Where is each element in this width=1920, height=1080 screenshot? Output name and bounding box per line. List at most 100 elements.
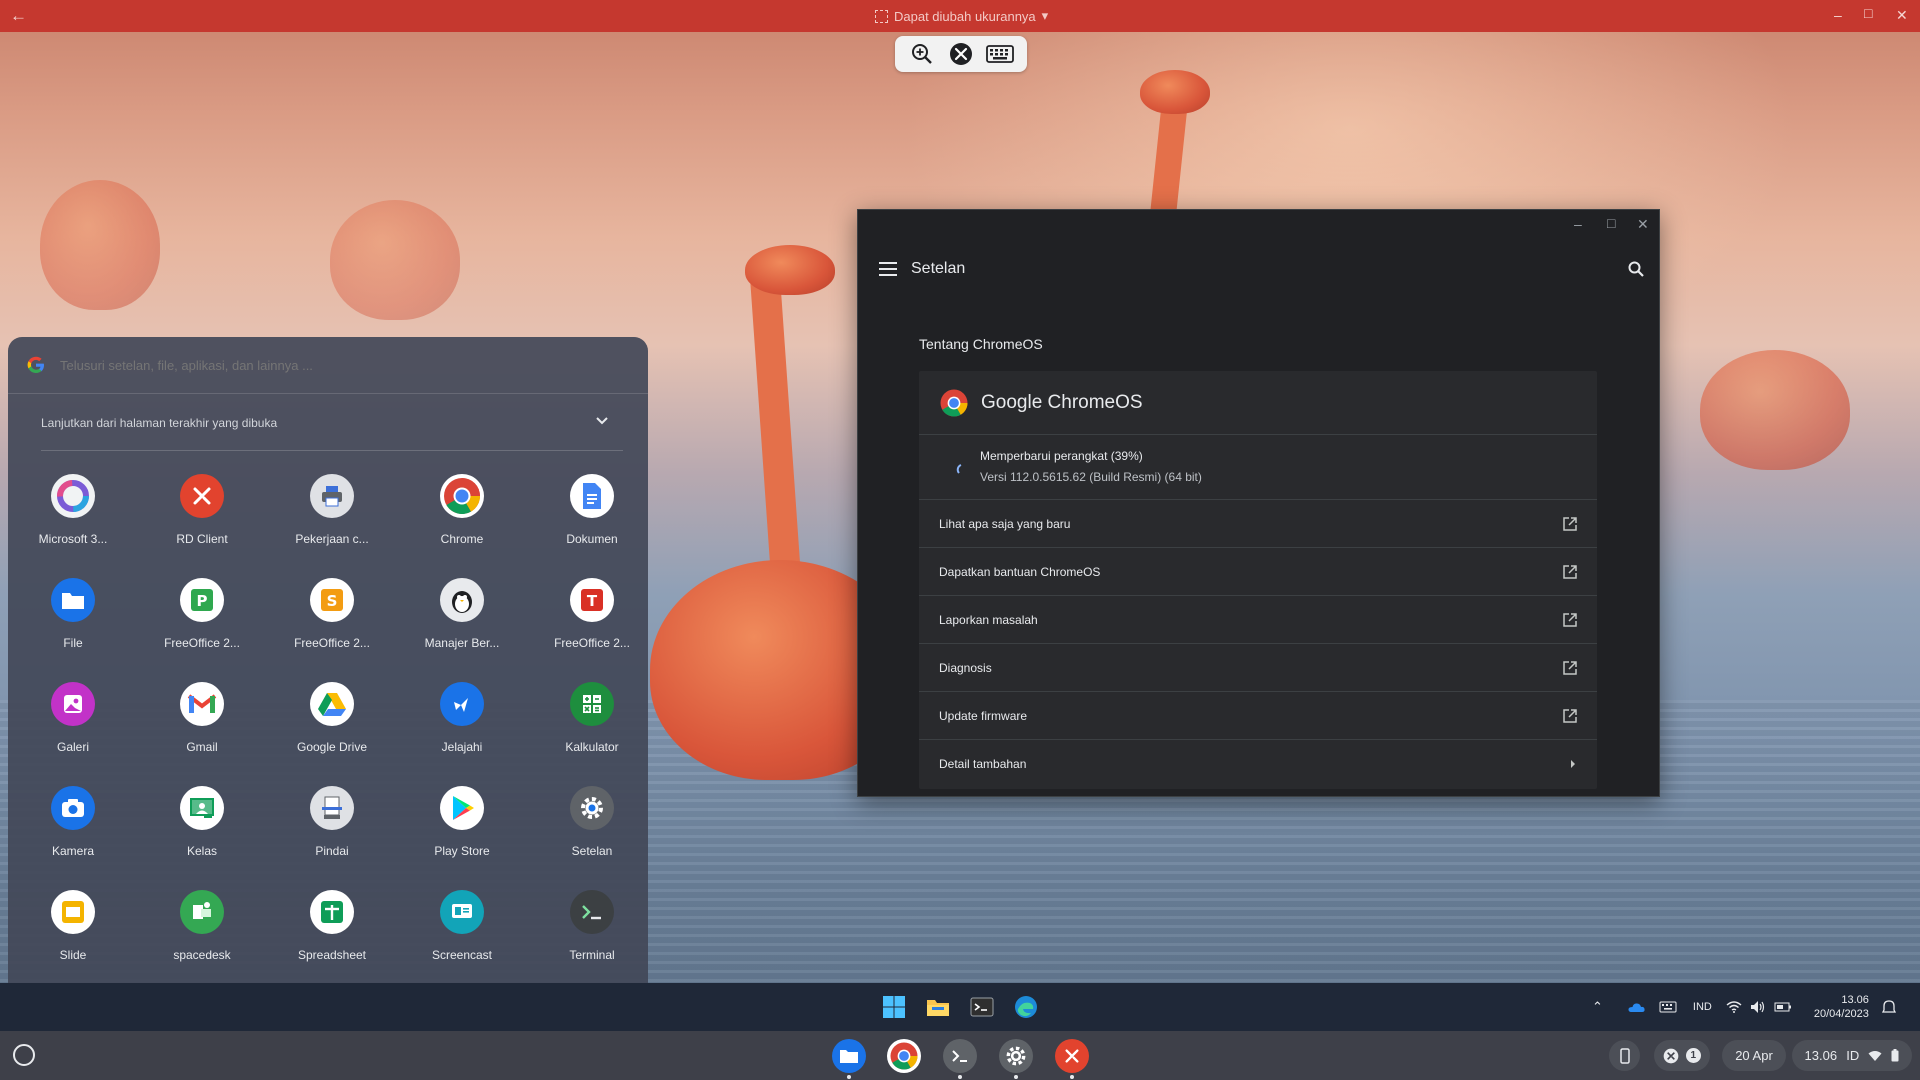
open-external-icon: [1563, 708, 1577, 723]
rd-client-icon[interactable]: [1055, 1039, 1089, 1073]
clock-date: 20/04/2023: [1813, 1008, 1869, 1020]
app-label: Kelas: [186, 844, 218, 858]
app-chrome[interactable]: Chrome: [409, 474, 515, 564]
edge-icon[interactable]: [1014, 995, 1038, 1019]
app-file-manager[interactable]: Manajer Ber...: [409, 578, 515, 668]
app-screencast[interactable]: Screencast: [409, 890, 515, 980]
phone-hub-button[interactable]: [1609, 1040, 1640, 1071]
windows-start-icon[interactable]: [882, 995, 906, 1019]
date-tray[interactable]: 20 Apr: [1722, 1040, 1786, 1071]
svg-text:S: S: [327, 592, 338, 610]
close-icon[interactable]: ✕: [1896, 7, 1908, 24]
app-camera[interactable]: Kamera: [20, 786, 126, 876]
settings-icon: [570, 786, 614, 830]
app-google-drive[interactable]: Google Drive: [279, 682, 385, 772]
settings-caption-bar: – □ ✕: [858, 210, 1659, 242]
row-whats-new[interactable]: Lihat apa saja yang baru: [919, 500, 1597, 548]
google-drive-icon: [310, 682, 354, 726]
resize-icon: [875, 9, 888, 23]
wifi-icon[interactable]: [1726, 1001, 1742, 1013]
files-icon[interactable]: [832, 1039, 866, 1073]
open-external-icon: [1563, 516, 1577, 531]
app-label: RD Client: [176, 532, 228, 546]
app-label: Google Drive: [296, 740, 368, 754]
app-sheets[interactable]: Spreadsheet: [279, 890, 385, 980]
app-label: Kamera: [51, 844, 95, 858]
play-store-icon: [440, 786, 484, 830]
app-classroom[interactable]: Kelas: [149, 786, 255, 876]
about-card: Google ChromeOS Memperbarui perangkat (3…: [919, 371, 1597, 789]
launcher-button[interactable]: [13, 1044, 35, 1066]
window-title: Dapat diubah ukurannya: [894, 8, 1036, 24]
flamingo-head: [1140, 70, 1210, 114]
keyboard-icon[interactable]: [1659, 1001, 1677, 1013]
app-calculator[interactable]: Kalkulator: [539, 682, 645, 772]
app-settings[interactable]: Setelan: [539, 786, 645, 876]
menu-icon[interactable]: [879, 262, 897, 276]
app-rd-client[interactable]: RD Client: [149, 474, 255, 564]
zoom-in-icon[interactable]: [907, 39, 937, 69]
app-gmail[interactable]: Gmail: [149, 682, 255, 772]
notification-tray[interactable]: 1: [1654, 1040, 1710, 1071]
app-gallery[interactable]: Galeri: [20, 682, 126, 772]
tray-overflow-icon[interactable]: ⌃: [1592, 999, 1603, 1015]
app-freeoffice-presentations[interactable]: P FreeOffice 2...: [149, 578, 255, 668]
keyboard-icon[interactable]: [985, 39, 1015, 69]
terminal-icon[interactable]: [970, 995, 994, 1019]
terminal-icon[interactable]: [943, 1039, 977, 1073]
app-print-jobs[interactable]: Pekerjaan c...: [279, 474, 385, 564]
chrome-icon: [440, 474, 484, 518]
row-label: Laporkan masalah: [939, 612, 1038, 627]
chrome-icon[interactable]: [887, 1039, 921, 1073]
close-icon[interactable]: ✕: [1637, 216, 1649, 233]
maximize-icon[interactable]: □: [1607, 215, 1615, 231]
battery-icon[interactable]: [1774, 1001, 1792, 1013]
file-explorer-icon[interactable]: [926, 995, 950, 1019]
row-report-issue[interactable]: Laporkan masalah: [919, 596, 1597, 644]
classroom-icon: [180, 786, 224, 830]
row-diagnostics[interactable]: Diagnosis: [919, 644, 1597, 692]
minimize-icon[interactable]: –: [1834, 7, 1842, 23]
camera-icon: [51, 786, 95, 830]
row-get-help[interactable]: Dapatkan bantuan ChromeOS: [919, 548, 1597, 596]
app-terminal[interactable]: Terminal: [539, 890, 645, 980]
onedrive-icon[interactable]: [1627, 1001, 1645, 1013]
running-indicator: [1070, 1075, 1074, 1079]
app-grid: Microsoft 3... RD Client Pekerjaan c... …: [8, 337, 648, 1023]
app-slides[interactable]: Slide: [20, 890, 126, 980]
app-microsoft-365[interactable]: Microsoft 3...: [20, 474, 126, 564]
status-area[interactable]: 13.06 ID: [1792, 1040, 1912, 1071]
settings-title: Setelan: [911, 260, 966, 277]
svg-text:T: T: [587, 592, 598, 610]
windows-clock[interactable]: 13.06 20/04/2023: [1814, 993, 1869, 1021]
settings-icon[interactable]: [999, 1039, 1033, 1073]
app-play-store[interactable]: Play Store: [409, 786, 515, 876]
app-docs[interactable]: Dokumen: [539, 474, 645, 564]
search-icon[interactable]: [1628, 261, 1644, 277]
resize-mode-dropdown[interactable]: Dapat diubah ukurannya ▾: [875, 8, 1048, 24]
windows-taskbar: ⌃ IND 13.06 20/04/2023: [0, 983, 1920, 1031]
row-firmware-update[interactable]: Update firmware: [919, 692, 1597, 740]
back-arrow-icon[interactable]: ←: [10, 6, 27, 26]
app-files[interactable]: File: [20, 578, 126, 668]
app-label: spacedesk: [173, 948, 231, 962]
app-freeoffice-textmaker[interactable]: T FreeOffice 2...: [539, 578, 645, 668]
app-spacedesk[interactable]: spacedesk: [149, 890, 255, 980]
row-additional-details[interactable]: Detail tambahan: [919, 740, 1597, 788]
minimize-icon[interactable]: –: [1574, 216, 1582, 232]
app-freeoffice-planmaker[interactable]: S FreeOffice 2...: [279, 578, 385, 668]
input-language[interactable]: IND: [1693, 1001, 1712, 1013]
notification-icon[interactable]: [1881, 999, 1897, 1015]
app-scan[interactable]: Pindai: [279, 786, 385, 876]
rd-client-icon[interactable]: [946, 39, 976, 69]
os-name: Google ChromeOS: [981, 391, 1143, 413]
volume-icon[interactable]: [1750, 1000, 1766, 1014]
open-external-icon: [1563, 564, 1577, 579]
remote-session-toolbar: [895, 36, 1027, 72]
clock-time: 13.06: [1841, 994, 1869, 1006]
app-label: Jelajahi: [441, 740, 483, 754]
maximize-icon[interactable]: □: [1864, 5, 1872, 21]
app-explore[interactable]: Jelajahi: [409, 682, 515, 772]
app-label: Terminal: [569, 948, 615, 962]
app-label: Chrome: [440, 532, 484, 546]
